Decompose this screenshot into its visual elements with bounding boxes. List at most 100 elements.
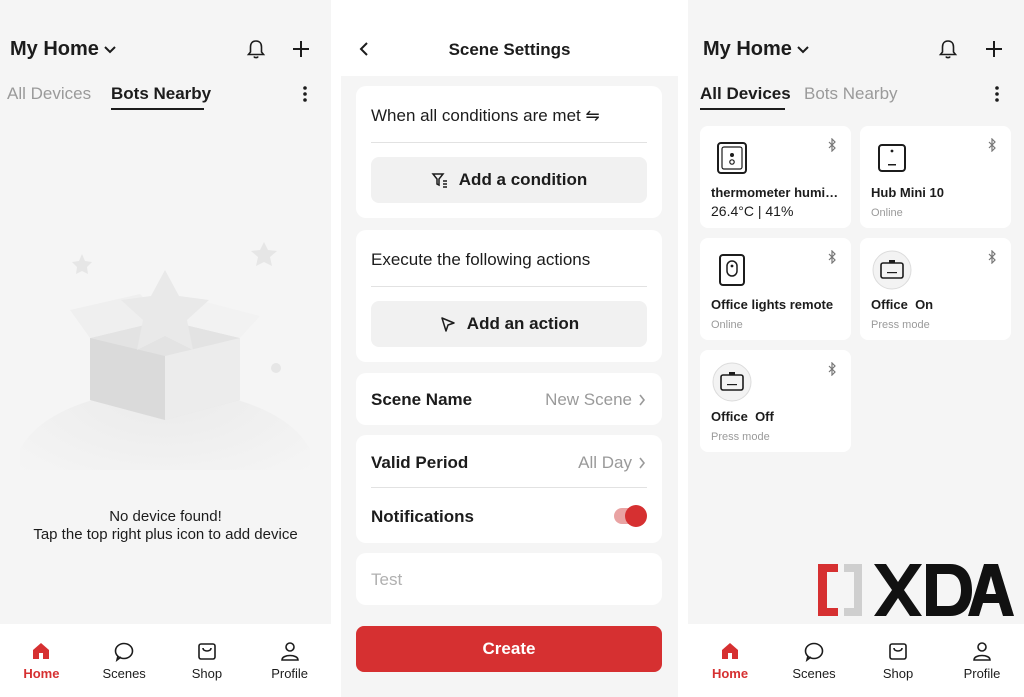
device-card-office-on[interactable]: Office On Press mode [860, 238, 1011, 340]
nav-profile[interactable]: Profile [250, 640, 330, 681]
scenes-icon [114, 642, 134, 662]
device-name: Office On [871, 297, 934, 312]
home-header: My Home All Devices Bots Nearby [688, 0, 1024, 130]
device-card-office-lights-remote[interactable]: Office lights remote Online [700, 238, 851, 340]
device-status: Press mode [871, 319, 930, 331]
nav-home[interactable]: Home [1, 640, 81, 681]
add-condition-button[interactable]: Add a condition [371, 157, 647, 203]
conditions-card: When all conditions are met ⇋ Add a cond… [356, 86, 662, 218]
screen-gap [678, 0, 688, 697]
nav-scenes-label: Scenes [792, 666, 836, 681]
device-card-thermometer[interactable]: thermometer humi… 26.4°C | 41% [700, 126, 851, 228]
device-reading: 26.4°C | 41% [711, 203, 794, 219]
device-name: Hub Mini 10 [871, 185, 944, 200]
bluetooth-icon [988, 250, 996, 264]
tab-bots-nearby[interactable]: Bots Nearby [804, 84, 898, 104]
hub-icon [878, 144, 906, 172]
tab-all-devices[interactable]: All Devices [7, 84, 91, 104]
nav-scenes[interactable]: Scenes [84, 640, 164, 681]
filter-icon [431, 173, 447, 188]
bluetooth-icon [828, 138, 836, 152]
actions-label: Execute the following actions [371, 250, 591, 269]
device-card-office-off[interactable]: Office Off Press mode [700, 350, 851, 452]
plus-icon[interactable] [983, 38, 1005, 60]
add-action-button[interactable]: Add an action [371, 301, 647, 347]
active-tab-indicator [700, 108, 785, 110]
shop-icon [889, 643, 907, 660]
add-condition-label: Add a condition [458, 170, 588, 189]
home-icon [722, 643, 738, 659]
active-tab-indicator [111, 108, 204, 110]
test-row[interactable]: Test [356, 553, 662, 605]
empty-box-illustration [20, 242, 310, 470]
conditions-label[interactable]: When all conditions are met ⇋ [371, 106, 600, 126]
nav-shop[interactable]: Shop [858, 640, 938, 681]
home-selector[interactable]: My Home [703, 38, 810, 61]
nav-profile-label: Profile [963, 666, 1001, 681]
bell-icon[interactable] [937, 38, 959, 60]
device-name: Office Off [711, 409, 774, 424]
xda-logo [818, 564, 1014, 616]
nav-home-label: Home [711, 666, 749, 681]
create-button[interactable]: Create [356, 626, 662, 672]
bot-icon [712, 362, 752, 402]
bell-icon[interactable] [245, 38, 267, 60]
home-title: My Home [703, 38, 792, 60]
nav-shop-label: Shop [191, 666, 223, 681]
device-card-hub-mini[interactable]: Hub Mini 10 Online [860, 126, 1011, 228]
plus-icon[interactable] [290, 38, 312, 60]
empty-state-hint: Tap the top right plus icon to add devic… [33, 526, 298, 543]
empty-state-title: No device found! [109, 508, 222, 525]
tab-all-devices[interactable]: All Devices [700, 84, 791, 104]
bottom-nav: Home Scenes Shop Profile [0, 624, 331, 697]
scene-name-row[interactable]: Scene Name New Scene [356, 373, 662, 425]
bluetooth-icon [828, 250, 836, 264]
scene-name-value: New Scene [545, 390, 646, 410]
nav-profile[interactable]: Profile [942, 640, 1022, 681]
valid-period-value[interactable]: All Day [578, 453, 646, 473]
home-title: My Home [10, 38, 99, 60]
nav-shop[interactable]: Shop [167, 640, 247, 681]
tab-bots-nearby[interactable]: Bots Nearby [111, 84, 211, 104]
scene-header: Scene Settings [341, 0, 678, 76]
notifications-toggle[interactable] [614, 505, 647, 527]
toggle-knob [625, 505, 647, 527]
scene-name-label: Scene Name [371, 390, 473, 409]
nav-shop-label: Shop [882, 666, 914, 681]
scene-settings-screen: Scene Settings When all conditions are m… [341, 0, 678, 697]
shop-icon [198, 643, 216, 660]
cursor-icon [441, 317, 455, 332]
scene-name-text: New Scene [545, 390, 632, 409]
bluetooth-icon [988, 138, 996, 152]
chevron-down-icon [797, 45, 809, 53]
more-vertical-icon[interactable] [302, 84, 308, 104]
profile-icon [973, 642, 991, 661]
chevron-right-icon [639, 394, 646, 406]
valid-period-label[interactable]: Valid Period [371, 453, 468, 473]
nav-scenes[interactable]: Scenes [774, 640, 854, 681]
empty-state-message: No device found! Tap the top right plus … [0, 508, 331, 544]
valid-period-text: All Day [578, 453, 632, 472]
notifications-label: Notifications [371, 507, 474, 526]
home-selector[interactable]: My Home [10, 38, 117, 61]
scenes-icon [804, 642, 824, 662]
device-name: Office lights remote [711, 297, 834, 312]
device-status: Online [711, 319, 743, 331]
home-screen-bots-nearby: My Home All Devices Bots Nearby No devic… [0, 0, 331, 697]
bottom-nav: Home Scenes Shop Profile [688, 624, 1024, 697]
profile-icon [280, 642, 299, 661]
divider [371, 286, 647, 287]
actions-card: Execute the following actions Add an act… [356, 230, 662, 362]
chevron-right-icon [639, 457, 646, 469]
device-name: thermometer humi… [711, 185, 839, 200]
bot-icon [872, 250, 912, 290]
more-vertical-icon[interactable] [994, 84, 1000, 104]
nav-home[interactable]: Home [690, 640, 770, 681]
screen-gap [331, 0, 341, 697]
home-icon [33, 643, 50, 659]
test-placeholder: Test [371, 570, 403, 589]
nav-home-label: Home [23, 666, 60, 681]
remote-icon [719, 254, 745, 286]
add-action-label: Add an action [466, 314, 580, 333]
nav-scenes-label: Scenes [102, 666, 146, 681]
